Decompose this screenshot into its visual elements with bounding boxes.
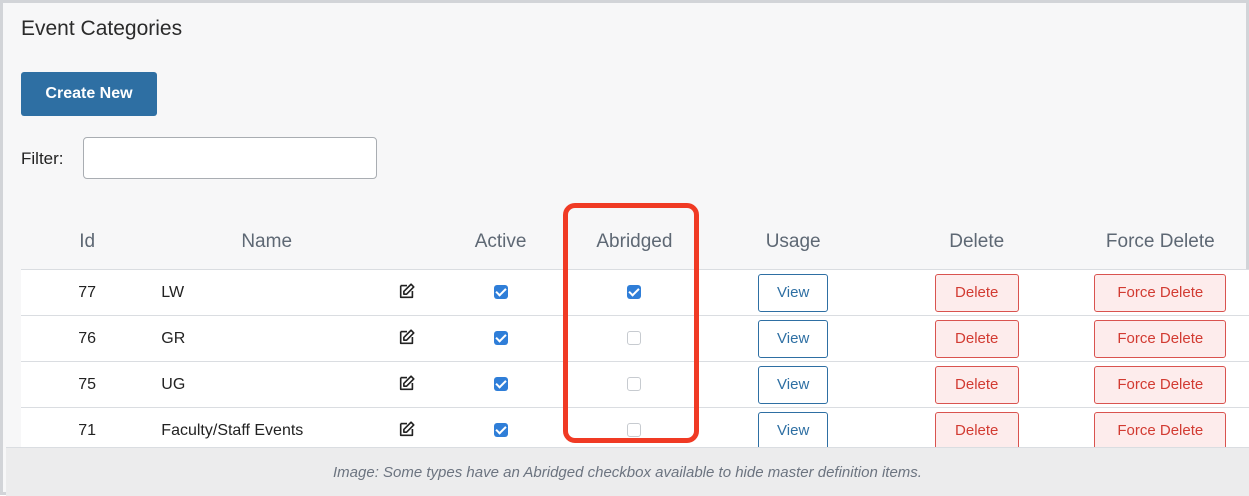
delete-button[interactable]: Delete (934, 273, 1019, 312)
edit-icon[interactable] (398, 374, 416, 392)
table-header-row: Id Name Active Abridged Usage Delete For… (21, 215, 1249, 270)
delete-button[interactable]: Delete (934, 319, 1019, 358)
checkbox-unchecked-icon[interactable] (627, 331, 642, 346)
table-row: 75 UG View Delete Force Delete (21, 361, 1249, 408)
active-cell (433, 361, 568, 408)
header-delete: Delete (884, 215, 1069, 270)
checkbox-checked-icon[interactable] (493, 423, 508, 438)
checkbox-checked-icon[interactable] (627, 285, 642, 300)
checkbox-checked-icon[interactable] (493, 377, 508, 392)
header-name[interactable]: Name (153, 215, 382, 270)
edit-icon[interactable] (398, 282, 416, 300)
checkbox-unchecked-icon[interactable] (627, 423, 642, 438)
usage-cell: View (701, 361, 885, 408)
event-categories-panel: Event Categories Create New Filter: Id N… (0, 0, 1249, 496)
force-delete-button[interactable]: Force Delete (1094, 365, 1227, 404)
header-id[interactable]: Id (21, 215, 154, 270)
delete-cell: Delete (884, 361, 1069, 408)
abridged-cell (567, 315, 702, 362)
row-id: 75 (21, 361, 154, 408)
header-force-delete: Force Delete (1068, 215, 1249, 270)
edit-icon[interactable] (398, 420, 416, 438)
filter-input[interactable] (83, 137, 377, 179)
header-active[interactable]: Active (433, 215, 568, 270)
active-cell (433, 315, 568, 362)
filter-label: Filter: (21, 149, 64, 168)
force-delete-cell: Force Delete (1068, 315, 1249, 362)
row-name: GR (153, 315, 382, 362)
edit-icon[interactable] (398, 328, 416, 346)
edit-cell (381, 315, 434, 362)
delete-cell: Delete (884, 269, 1069, 316)
force-delete-cell: Force Delete (1068, 269, 1249, 316)
force-delete-button[interactable]: Force Delete (1094, 273, 1227, 312)
view-button[interactable]: View (758, 365, 829, 404)
checkbox-unchecked-icon[interactable] (627, 377, 642, 392)
checkbox-checked-icon[interactable] (493, 285, 508, 300)
force-delete-cell: Force Delete (1068, 361, 1249, 408)
image-caption: Image: Some types have an Abridged check… (333, 463, 922, 481)
edit-cell (381, 269, 434, 316)
abridged-cell (567, 361, 702, 408)
row-name: UG (153, 361, 382, 408)
header-abridged[interactable]: Abridged (567, 215, 702, 270)
usage-cell: View (701, 315, 885, 362)
delete-cell: Delete (884, 315, 1069, 362)
view-button[interactable]: View (758, 273, 829, 312)
view-button[interactable]: View (758, 411, 829, 450)
header-edit (381, 215, 434, 270)
abridged-cell (567, 269, 702, 316)
caption-bar: Image: Some types have an Abridged check… (6, 447, 1249, 496)
row-id: 77 (21, 269, 154, 316)
categories-table: Id Name Active Abridged Usage Delete For… (21, 215, 1249, 454)
row-id: 76 (21, 315, 154, 362)
delete-button[interactable]: Delete (934, 411, 1019, 450)
row-name: LW (153, 269, 382, 316)
page-title: Event Categories (21, 17, 183, 40)
table-row: 76 GR View Delete Force Delete (21, 315, 1249, 362)
active-cell (433, 269, 568, 316)
usage-cell: View (701, 269, 885, 316)
force-delete-button[interactable]: Force Delete (1094, 411, 1227, 450)
force-delete-button[interactable]: Force Delete (1094, 319, 1227, 358)
checkbox-checked-icon[interactable] (493, 331, 508, 346)
delete-button[interactable]: Delete (934, 365, 1019, 404)
table-row: 77 LW View Delete Force Delete (21, 269, 1249, 316)
view-button[interactable]: View (758, 319, 829, 358)
edit-cell (381, 361, 434, 408)
create-new-button[interactable]: Create New (21, 72, 157, 116)
header-usage: Usage (701, 215, 885, 270)
